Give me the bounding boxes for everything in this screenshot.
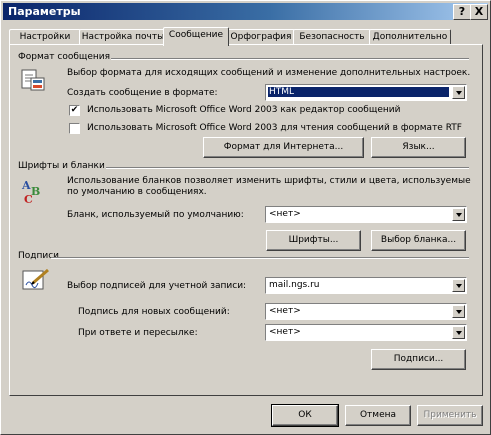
signatures-group-title: Подписи <box>18 251 60 261</box>
use-word-reader-label: Использовать Microsoft Office Word 2003 … <box>87 123 462 133</box>
signatures-divider <box>51 257 469 259</box>
default-stationery-select[interactable]: <нет> <box>265 206 467 223</box>
default-stationery-value: <нет> <box>269 209 301 219</box>
fonts-group-title: Шрифты и бланки <box>18 161 105 171</box>
signatures-button[interactable]: Подписи... <box>371 349 466 370</box>
title-bar[interactable]: Параметры ? X <box>3 3 488 20</box>
tab-security[interactable]: Безопасность <box>293 29 371 45</box>
tab-settings[interactable]: Настройки <box>9 29 81 45</box>
fonts-abc-icon: A B C <box>21 177 49 206</box>
internet-format-button[interactable]: Формат для Интернета... <box>203 137 364 158</box>
svg-text:C: C <box>24 193 33 205</box>
tab-message[interactable]: Сообщение <box>163 27 229 46</box>
new-messages-signature-select[interactable]: <нет> <box>265 303 467 320</box>
fonts-description-line1: Использование бланков позволяет изменить… <box>67 176 471 186</box>
replies-signature-select[interactable]: <нет> <box>265 324 467 341</box>
fonts-divider <box>106 167 469 169</box>
ok-button[interactable]: ОК <box>271 404 339 427</box>
svg-text:A: A <box>21 179 31 192</box>
stationery-picker-button[interactable]: Выбор бланка... <box>371 230 466 251</box>
chevron-down-icon[interactable] <box>452 279 465 292</box>
cancel-button[interactable]: Отмена <box>345 405 411 426</box>
message-format-icon <box>20 67 46 93</box>
tab-spelling[interactable]: Орфография <box>227 29 295 45</box>
format-divider <box>111 58 469 60</box>
close-button[interactable]: X <box>470 4 488 20</box>
format-description: Выбор формата для исходящих сообщений и … <box>67 68 471 78</box>
compose-format-select[interactable]: HTML <box>265 84 467 101</box>
format-group-title: Формат сообщения <box>18 52 111 62</box>
replies-signature-label: При ответе и пересылке: <box>78 328 198 338</box>
new-messages-signature-value: <нет> <box>269 306 301 316</box>
fonts-button[interactable]: Шрифты... <box>266 230 361 251</box>
tab-mail-setup[interactable]: Настройка почты <box>79 29 167 45</box>
use-word-reader-checkbox[interactable] <box>69 123 80 134</box>
options-dialog: Параметры ? X Настройки Настройка почты … <box>0 0 491 435</box>
chevron-down-icon[interactable] <box>452 305 465 318</box>
default-stationery-label: Бланк, используемый по умолчанию: <box>67 210 244 220</box>
chevron-down-icon[interactable] <box>452 208 465 221</box>
language-button[interactable]: Язык... <box>371 137 466 158</box>
signature-account-label: Выбор подписей для учетной записи: <box>67 281 247 291</box>
window-title: Параметры <box>8 5 81 18</box>
replies-signature-value: <нет> <box>269 327 301 337</box>
chevron-down-icon[interactable] <box>452 326 465 339</box>
signature-account-select[interactable]: mail.ngs.ru <box>265 277 467 294</box>
signature-account-value: mail.ngs.ru <box>269 280 320 290</box>
use-word-editor-label: Использовать Microsoft Office Word 2003 … <box>87 105 401 115</box>
chevron-down-icon[interactable] <box>452 86 465 99</box>
apply-button[interactable]: Применить <box>417 405 483 426</box>
compose-format-value: HTML <box>268 87 449 97</box>
use-word-editor-checkbox[interactable]: ✔ <box>69 105 80 116</box>
new-messages-signature-label: Подпись для новых сообщений: <box>78 307 230 317</box>
fonts-description-line2: по умолчанию в сообщениях. <box>67 187 207 197</box>
tab-advanced[interactable]: Дополнительно <box>369 29 451 45</box>
help-button[interactable]: ? <box>453 4 471 20</box>
signature-pen-icon <box>21 267 51 293</box>
compose-format-label: Создать сообщение в формате: <box>67 88 218 98</box>
